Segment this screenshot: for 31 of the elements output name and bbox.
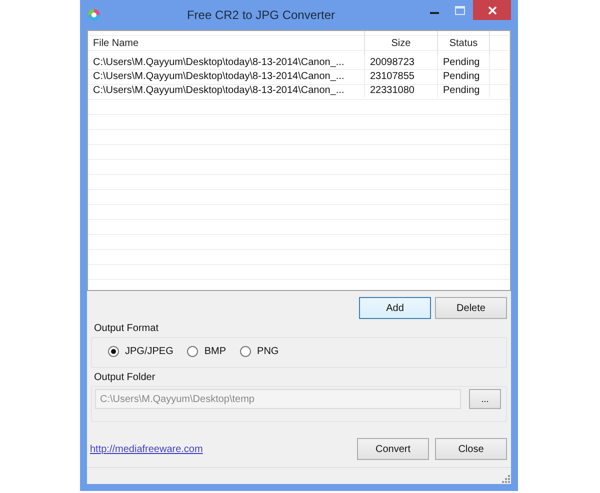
resize-grip-icon[interactable] [501, 474, 511, 484]
radio-option[interactable]: BMP [187, 346, 226, 357]
file-list[interactable] [87, 30, 511, 291]
table-cell: C:\Users\M.Qayyum\Desktop\today\8-13-2014\Canon_... [88, 83, 365, 97]
table-cell: C:\Users\M.Qayyum\Desktop\today\8-13-2014\Canon_... [88, 69, 365, 83]
column-header[interactable]: Size [365, 31, 438, 55]
table-cell: 20098723 [365, 55, 438, 69]
table-cell: Pending [438, 55, 490, 69]
window-title: Free CR2 to JPG Converter [186, 8, 336, 22]
list-button[interactable]: Add [359, 297, 431, 319]
website-link[interactable]: http://mediafreeware.com [90, 444, 351, 454]
table-cell: 22331080 [365, 83, 438, 97]
table-cell: Pending [438, 83, 490, 97]
minimize-icon [430, 12, 438, 14]
close-button[interactable] [473, 0, 511, 20]
table-cell: Pending [438, 69, 490, 83]
table-cell: C:\Users\M.Qayyum\Desktop\today\8-13-2014\Canon_... [88, 55, 365, 69]
column-header[interactable]: Status [438, 31, 490, 55]
dialog-button[interactable]: Convert [357, 438, 429, 460]
list-button[interactable]: Delete [435, 297, 507, 319]
app-icon [87, 8, 101, 22]
browse-button[interactable]: ... [469, 389, 501, 409]
radio-option[interactable]: PNG [240, 346, 279, 357]
close-icon [488, 6, 496, 14]
maximize-icon [455, 6, 465, 14]
dialog-button[interactable]: Close [435, 438, 507, 460]
group-title: Output Folder [93, 372, 156, 385]
radio-option[interactable]: JPG/JPEG [108, 346, 174, 357]
table-cell: 23107855 [365, 69, 438, 83]
column-header[interactable]: File Name [88, 31, 365, 55]
group-title: Output Format [93, 323, 160, 336]
